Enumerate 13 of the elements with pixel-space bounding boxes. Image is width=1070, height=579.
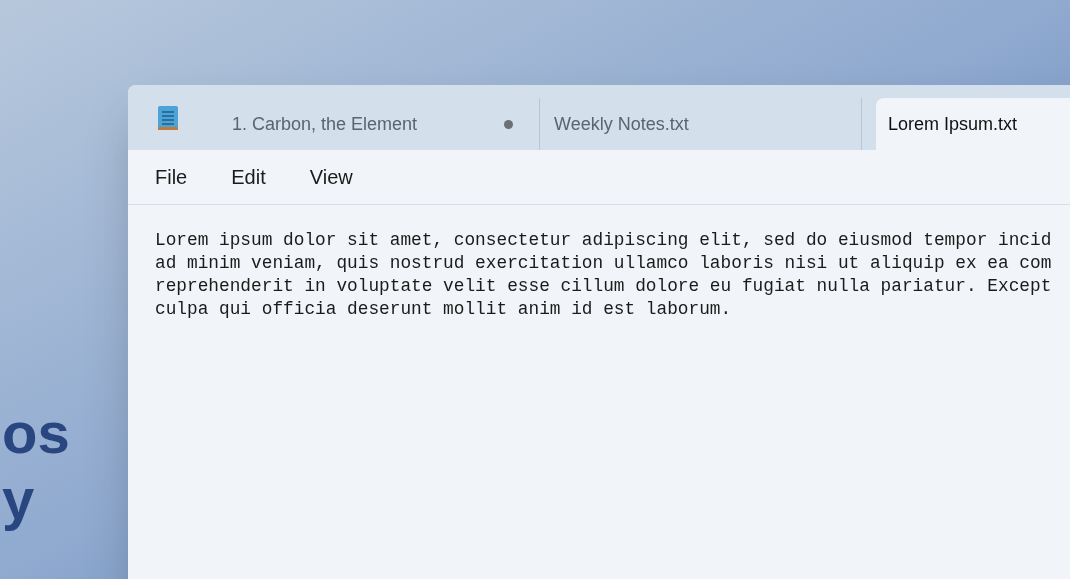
text-line: culpa qui officia deserunt mollit anim id est laborum. [155, 298, 732, 321]
file-tab[interactable]: Weekly Notes.txt [542, 98, 862, 150]
menu-item[interactable]: View [296, 158, 366, 196]
notepad-icon [156, 103, 180, 132]
menu-item[interactable]: Edit [218, 158, 279, 196]
file-tab[interactable]: Lorem Ipsum.txt [876, 98, 1070, 150]
background-heading-text: y [2, 466, 35, 532]
text-line: Lorem ipsum dolor sit amet, consectetur adipiscing elit, sed do eiusmod tempor incid [155, 229, 1052, 252]
text-line: reprehenderit in voluptate velit esse cillum dolore eu fugiat nulla pariatur. Except [155, 275, 1052, 298]
background-heading-text: os [2, 400, 70, 466]
file-tab[interactable]: 1. Carbon, the Element [220, 98, 540, 150]
text-line: ad minim veniam, quis nostrud exercitation ullamco laboris nisi ut aliquip ex ea com [155, 252, 1052, 275]
menu-item[interactable]: File [142, 158, 201, 196]
